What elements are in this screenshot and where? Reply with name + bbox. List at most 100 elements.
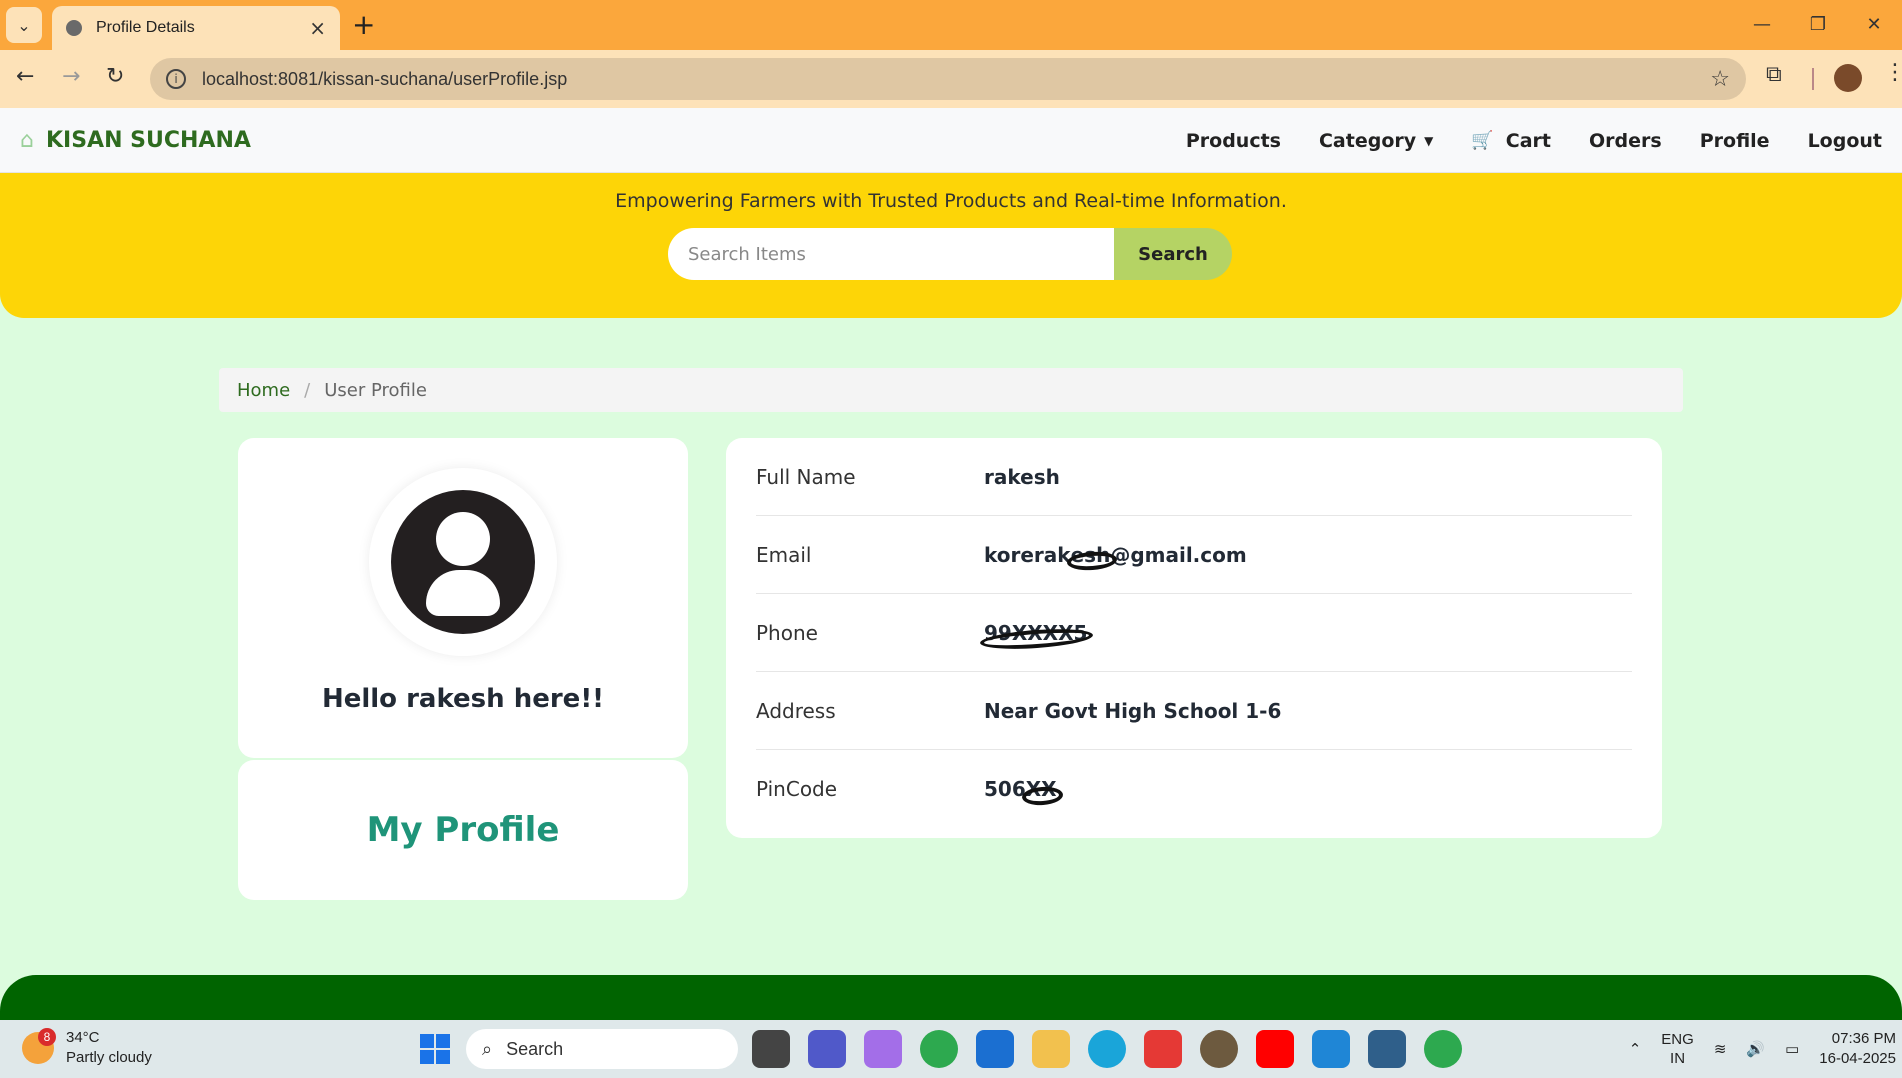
battery-icon[interactable]: ▭ (1785, 1040, 1799, 1059)
search-form: Search (668, 228, 1232, 280)
pincode-value: 506XX (984, 777, 1057, 801)
store-app-icon[interactable] (976, 1030, 1014, 1068)
tray-overflow-icon[interactable]: ⌃ (1629, 1040, 1642, 1059)
url-text: localhost:8081/kissan-suchana/userProfil… (202, 68, 568, 89)
windows-start-icon[interactable] (420, 1034, 450, 1064)
vscode-app-icon[interactable] (1312, 1030, 1350, 1068)
profile-details-card: Full Name rakesh Email korerakesh@gmail.… (726, 438, 1662, 838)
browser-tab[interactable]: Profile Details × (52, 6, 340, 50)
cart-icon: 🛒 (1471, 130, 1494, 151)
window-controls: — ❐ ✕ (1734, 0, 1902, 50)
search-input[interactable] (668, 228, 1114, 280)
forward-icon[interactable]: → (62, 64, 80, 89)
detail-row-email: Email korerakesh@gmail.com (756, 516, 1632, 594)
email-value: korerakesh@gmail.com (984, 543, 1247, 567)
user-avatar-icon (391, 490, 535, 634)
brand-name: KISAN SUCHANA (45, 128, 251, 153)
phone-value: 99XXXX5 (984, 621, 1087, 645)
nav-cart[interactable]: 🛒 Cart (1471, 130, 1551, 152)
back-icon[interactable]: ← (16, 64, 34, 89)
wps-app-icon[interactable] (1144, 1030, 1182, 1068)
nav-cart-label: Cart (1505, 129, 1552, 152)
email-label: Email (756, 542, 812, 567)
nav-logout[interactable]: Logout (1808, 130, 1882, 152)
browser-menu-icon[interactable]: ⋮ (1884, 60, 1902, 85)
breadcrumb-current: User Profile (324, 379, 427, 401)
hero-tagline: Empowering Farmers with Trusted Products… (615, 190, 1287, 212)
edge-app-icon[interactable] (1088, 1030, 1126, 1068)
new-tab-button[interactable]: + (352, 8, 375, 41)
wifi-icon[interactable]: ≋ (1714, 1040, 1727, 1059)
close-icon[interactable]: × (309, 16, 326, 40)
pincode-redaction: XX (1025, 777, 1057, 801)
file-manager-app-icon[interactable] (752, 1030, 790, 1068)
detail-row-phone: Phone 99XXXX5 (756, 594, 1632, 672)
brand-link[interactable]: ⌂ KISAN SUCHANA (20, 128, 251, 153)
pincode-label: PinCode (756, 777, 838, 801)
weather-widget[interactable]: 8 34°C Partly cloudy (22, 1028, 152, 1068)
full-name-value: rakesh (984, 464, 1060, 489)
phone-label: Phone (756, 620, 818, 645)
language-code: ENG (1661, 1031, 1694, 1048)
nav-category-dropdown[interactable]: Category ▼ (1319, 130, 1433, 152)
my-profile-title: My Profile (366, 810, 560, 850)
my-profile-card: My Profile (238, 760, 688, 900)
youtube-app-icon[interactable] (1256, 1030, 1294, 1068)
avatar-frame (369, 468, 557, 656)
browser-tab-bar: ⌄ Profile Details × + — ❐ ✕ (0, 0, 1902, 50)
chrome-profile-app-icon[interactable] (1424, 1030, 1462, 1068)
tab-search-button[interactable]: ⌄ (6, 7, 42, 43)
phone-redaction: 99XXXX5 (984, 620, 1088, 645)
taskbar-search-label: Search (506, 1038, 564, 1059)
nav-profile[interactable]: Profile (1700, 130, 1770, 152)
clock[interactable]: 07:36 PM 16-04-2025 (1819, 1029, 1896, 1069)
site-navbar: ⌂ KISAN SUCHANA Products Category ▼ 🛒 Ca… (0, 108, 1902, 173)
os-taskbar: 8 34°C Partly cloudy ⌕ Search ⌃ ENG IN ≋ (0, 1020, 1902, 1078)
bookmark-star-icon[interactable]: ☆ (1710, 67, 1730, 92)
clock-date: 16-04-2025 (1819, 1050, 1896, 1067)
chrome-app-icon[interactable] (920, 1030, 958, 1068)
game-app-icon[interactable] (1200, 1030, 1238, 1068)
weather-icon: 8 (22, 1028, 56, 1064)
taskbar-apps (752, 1030, 1480, 1068)
start-tile-tr (436, 1034, 450, 1048)
breadcrumb-separator: / (304, 379, 311, 401)
browser-profile-avatar[interactable] (1834, 64, 1862, 92)
search-icon: ⌕ (482, 1038, 493, 1059)
email-redaction: esh (1070, 542, 1111, 567)
teams-app-icon[interactable] (808, 1030, 846, 1068)
copilot-app-icon[interactable] (864, 1030, 902, 1068)
close-window-icon[interactable]: ✕ (1846, 0, 1902, 50)
reload-icon[interactable]: ↻ (106, 64, 124, 89)
url-field[interactable]: i localhost:8081/kissan-suchana/userProf… (150, 58, 1746, 100)
site-info-icon[interactable]: i (166, 69, 186, 89)
nav-links: Products Category ▼ 🛒 Cart Orders Profil… (1148, 108, 1882, 173)
weather-condition: Partly cloudy (66, 1049, 152, 1066)
hero-banner: Empowering Farmers with Trusted Products… (0, 150, 1902, 318)
email-suffix: @gmail.com (1110, 542, 1247, 567)
notification-badge: 8 (38, 1028, 56, 1046)
mysql-app-icon[interactable] (1368, 1030, 1406, 1068)
chevron-down-icon: ⌄ (17, 15, 31, 35)
minimize-icon[interactable]: — (1734, 0, 1790, 50)
restore-icon[interactable]: ❐ (1790, 0, 1846, 50)
language-indicator[interactable]: ENG IN (1661, 1030, 1694, 1068)
detail-row-pincode: PinCode 506XX (756, 750, 1632, 828)
extensions-icon[interactable]: ⧉ (1766, 62, 1782, 87)
avatar-head (436, 512, 490, 566)
volume-icon[interactable]: 🔊 (1746, 1040, 1765, 1059)
caret-down-icon: ▼ (1424, 133, 1434, 148)
avatar-body (426, 570, 500, 616)
greeting-text: Hello rakesh here!! (321, 684, 605, 714)
nav-products[interactable]: Products (1186, 130, 1281, 152)
region-code: IN (1670, 1050, 1686, 1067)
taskbar-search[interactable]: ⌕ Search (466, 1029, 738, 1069)
system-tray: ⌃ ENG IN ≋ 🔊 ▭ 07:36 PM 16-04-2025 (1629, 1020, 1902, 1078)
browser-address-bar: ← → ↻ i localhost:8081/kissan-suchana/us… (0, 50, 1902, 108)
start-tile-br (436, 1050, 450, 1064)
explorer-app-icon[interactable] (1032, 1030, 1070, 1068)
start-tile-tl (420, 1034, 434, 1048)
search-button[interactable]: Search (1114, 228, 1232, 280)
breadcrumb-home-link[interactable]: Home (237, 380, 290, 401)
nav-orders[interactable]: Orders (1589, 130, 1662, 152)
